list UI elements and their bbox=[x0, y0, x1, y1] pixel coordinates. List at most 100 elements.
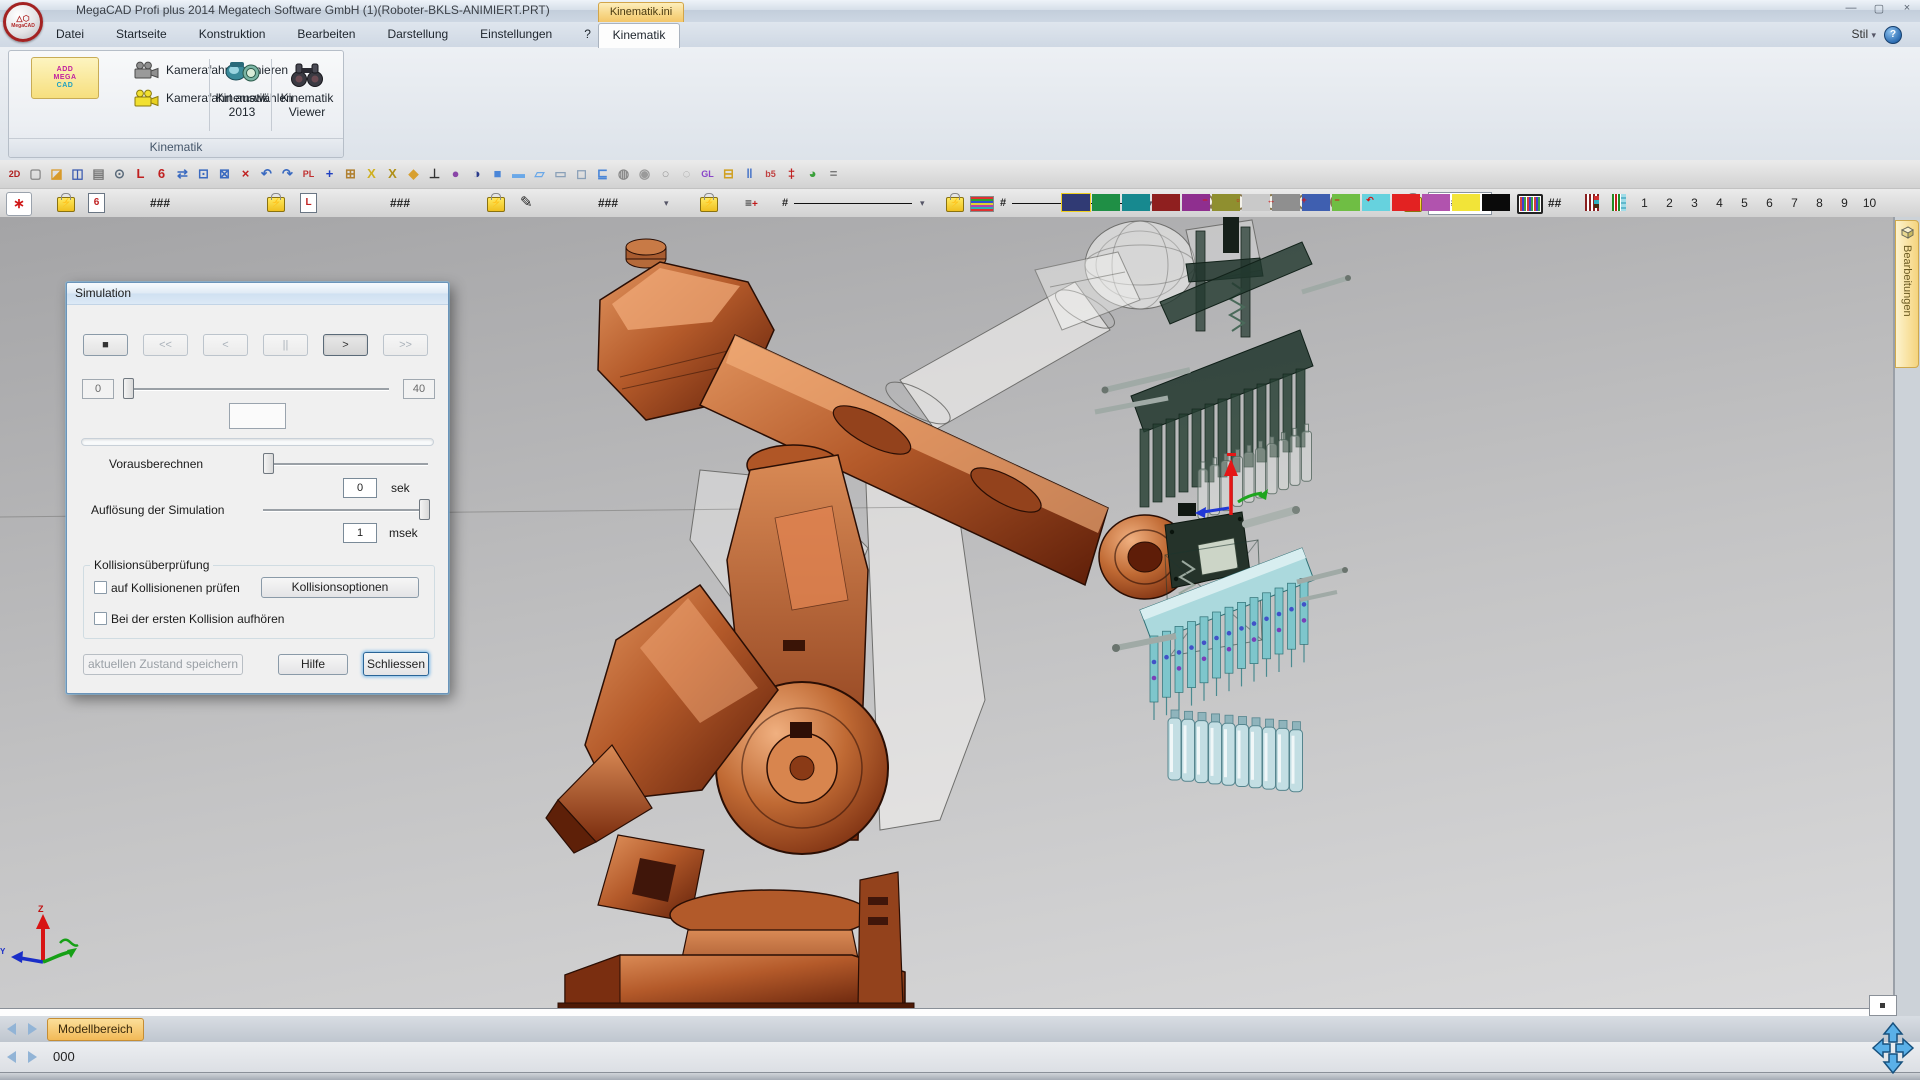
timeline-slider-thumb[interactable] bbox=[123, 378, 134, 399]
color-swatch-1[interactable] bbox=[1062, 194, 1090, 211]
hatch-selector[interactable]: ## bbox=[1548, 189, 1561, 217]
sphere-render-icon[interactable]: ● bbox=[445, 163, 466, 185]
color-swatch-15[interactable] bbox=[1482, 194, 1510, 211]
pause-button[interactable]: || bbox=[263, 334, 308, 356]
kinematik-2013-button[interactable]: Kinematik 2013 bbox=[212, 59, 272, 119]
swap-viewport-icon[interactable]: ⇄ bbox=[172, 163, 193, 185]
plot-icon[interactable]: PL bbox=[298, 163, 319, 185]
box-flat-icon[interactable]: ▬ bbox=[508, 163, 529, 185]
print-icon[interactable]: ▤ bbox=[88, 163, 109, 185]
viewport-prev-icon[interactable]: ⊡ bbox=[193, 163, 214, 185]
align-center-icon[interactable]: ‡ bbox=[781, 163, 802, 185]
color-grid-icon[interactable] bbox=[970, 196, 994, 212]
dialog-title[interactable]: Simulation bbox=[67, 283, 448, 305]
document-tab[interactable]: Kinematik.ini bbox=[598, 2, 684, 23]
pen-number-5[interactable]: 5 bbox=[1732, 189, 1757, 217]
minimize-button[interactable]: — bbox=[1844, 2, 1858, 15]
clip-plane-icon[interactable]: ⊑ bbox=[592, 163, 613, 185]
pen-number-4[interactable]: 4 bbox=[1707, 189, 1732, 217]
pen-number-1[interactable]: 1 bbox=[1632, 189, 1657, 217]
pen-number-2[interactable]: 2 bbox=[1657, 189, 1682, 217]
menu-konstruktion[interactable]: Konstruktion bbox=[183, 22, 282, 47]
precompute-value-field[interactable]: 0 bbox=[343, 478, 377, 498]
lock-layer-icon[interactable] bbox=[57, 197, 75, 212]
cylinder-wire-icon[interactable]: ◍ bbox=[613, 163, 634, 185]
pen-icon[interactable]: ✎ bbox=[520, 189, 533, 217]
wire-box2-icon[interactable]: ◻ bbox=[571, 163, 592, 185]
fast-forward-button[interactable]: >> bbox=[383, 334, 428, 356]
save-state-button[interactable]: aktuellen Zustand speichern bbox=[83, 654, 243, 675]
menu-startseite[interactable]: Startseite bbox=[100, 22, 183, 47]
layer-selector[interactable]: ### bbox=[150, 189, 170, 217]
menu-datei[interactable]: Datei bbox=[40, 22, 100, 47]
hatch-style2-icon[interactable] bbox=[1612, 194, 1626, 211]
redline-erase-icon[interactable]: × bbox=[235, 163, 256, 185]
lock-group-icon[interactable] bbox=[267, 197, 285, 212]
viewport-next-icon[interactable]: ⊠ bbox=[214, 163, 235, 185]
pen-selector[interactable]: ### bbox=[598, 189, 618, 217]
pen-number-7[interactable]: 7 bbox=[1782, 189, 1807, 217]
resolution-slider[interactable] bbox=[263, 509, 428, 512]
color-wheel-icon[interactable]: ◕ bbox=[802, 163, 823, 185]
color-swatch-2[interactable] bbox=[1092, 194, 1120, 211]
help-button[interactable]: Hilfe bbox=[278, 654, 348, 675]
layout-l-icon[interactable]: L bbox=[130, 163, 151, 185]
menu-darstellung[interactable]: Darstellung bbox=[371, 22, 464, 47]
axis-3d-icon[interactable]: ⊥ bbox=[424, 163, 445, 185]
cube-add-icon[interactable]: ⊞ bbox=[340, 163, 361, 185]
pen-number-10[interactable]: 10 bbox=[1857, 189, 1882, 217]
pen-number-3[interactable]: 3 bbox=[1682, 189, 1707, 217]
check-collision-checkbox[interactable] bbox=[94, 581, 107, 594]
screen-colors-icon[interactable] bbox=[1517, 194, 1543, 214]
linetype-select[interactable]: # ▾ bbox=[782, 189, 932, 217]
toolbar-overflow-icon[interactable]: = bbox=[823, 163, 844, 185]
prev-icon[interactable] bbox=[7, 1051, 16, 1063]
cube-solid-icon[interactable]: ■ bbox=[487, 163, 508, 185]
format-numbers-icon[interactable]: b5 bbox=[760, 163, 781, 185]
color-swatch-13[interactable] bbox=[1422, 194, 1450, 211]
cylinder-plain-icon[interactable]: ○ bbox=[655, 163, 676, 185]
layout-6-icon[interactable]: 6 bbox=[151, 163, 172, 185]
stil-dropdown[interactable]: Stil ▾ bbox=[1851, 22, 1876, 48]
chevron-down-icon[interactable]: ▾ bbox=[664, 189, 669, 217]
timeline-slider[interactable] bbox=[123, 388, 389, 391]
precompute-slider-thumb[interactable] bbox=[263, 453, 274, 474]
stop-first-checkbox[interactable] bbox=[94, 612, 107, 625]
collision-options-button[interactable]: Kollisionsoptionen bbox=[261, 577, 419, 598]
color-swatch-3[interactable] bbox=[1122, 194, 1150, 211]
help-button[interactable]: ? bbox=[1884, 26, 1902, 44]
save-file-icon[interactable]: ◫ bbox=[67, 163, 88, 185]
wire-box-icon[interactable]: ▭ bbox=[550, 163, 571, 185]
pen-number-9[interactable]: 9 bbox=[1832, 189, 1857, 217]
cylinder-dashed-icon[interactable]: ◌ bbox=[676, 163, 697, 185]
close-button[interactable]: Schliessen bbox=[363, 652, 429, 676]
pen-number-8[interactable]: 8 bbox=[1807, 189, 1832, 217]
range-start-field[interactable]: 0 bbox=[82, 379, 114, 399]
structure-tree-icon[interactable]: ⊟ bbox=[718, 163, 739, 185]
megacad-app-button[interactable]: ADD MEGA CAD bbox=[31, 57, 99, 99]
next-sheet-icon[interactable] bbox=[28, 1023, 37, 1035]
layout-l-selector-icon[interactable]: L bbox=[300, 193, 317, 213]
move-xy-icon[interactable]: X bbox=[382, 163, 403, 185]
next-icon[interactable] bbox=[28, 1051, 37, 1063]
color-swatch-12[interactable] bbox=[1392, 194, 1420, 211]
snap-point-button[interactable]: ∗ bbox=[6, 192, 32, 216]
resolution-value-field[interactable]: 1 bbox=[343, 523, 377, 543]
new-file-icon[interactable]: ▢ bbox=[25, 163, 46, 185]
open-file-icon[interactable]: ◪ bbox=[46, 163, 67, 185]
lock-linewidth-icon[interactable] bbox=[946, 197, 964, 212]
menu-einstellungen[interactable]: Einstellungen bbox=[464, 22, 568, 47]
prev-sheet-icon[interactable] bbox=[7, 1023, 16, 1035]
color-swatch-14[interactable] bbox=[1452, 194, 1480, 211]
lock-linestyle-icon[interactable] bbox=[700, 197, 718, 212]
pan-tool-icon[interactable] bbox=[1870, 1020, 1916, 1080]
sphere-dark-icon[interactable]: ◑ bbox=[466, 163, 487, 185]
linestyle-icon[interactable]: ≡+ bbox=[745, 196, 758, 212]
mode-2d-3d-icon[interactable]: 2D bbox=[4, 163, 25, 185]
redo-icon[interactable]: ↷ bbox=[277, 163, 298, 185]
opengl-icon[interactable]: GL bbox=[697, 163, 718, 185]
move-x-icon[interactable]: X bbox=[361, 163, 382, 185]
range-end-field[interactable]: 40 bbox=[403, 379, 435, 399]
menu-bearbeiten[interactable]: Bearbeiten bbox=[281, 22, 371, 47]
model-area-tab[interactable]: Modellbereich bbox=[47, 1018, 144, 1041]
